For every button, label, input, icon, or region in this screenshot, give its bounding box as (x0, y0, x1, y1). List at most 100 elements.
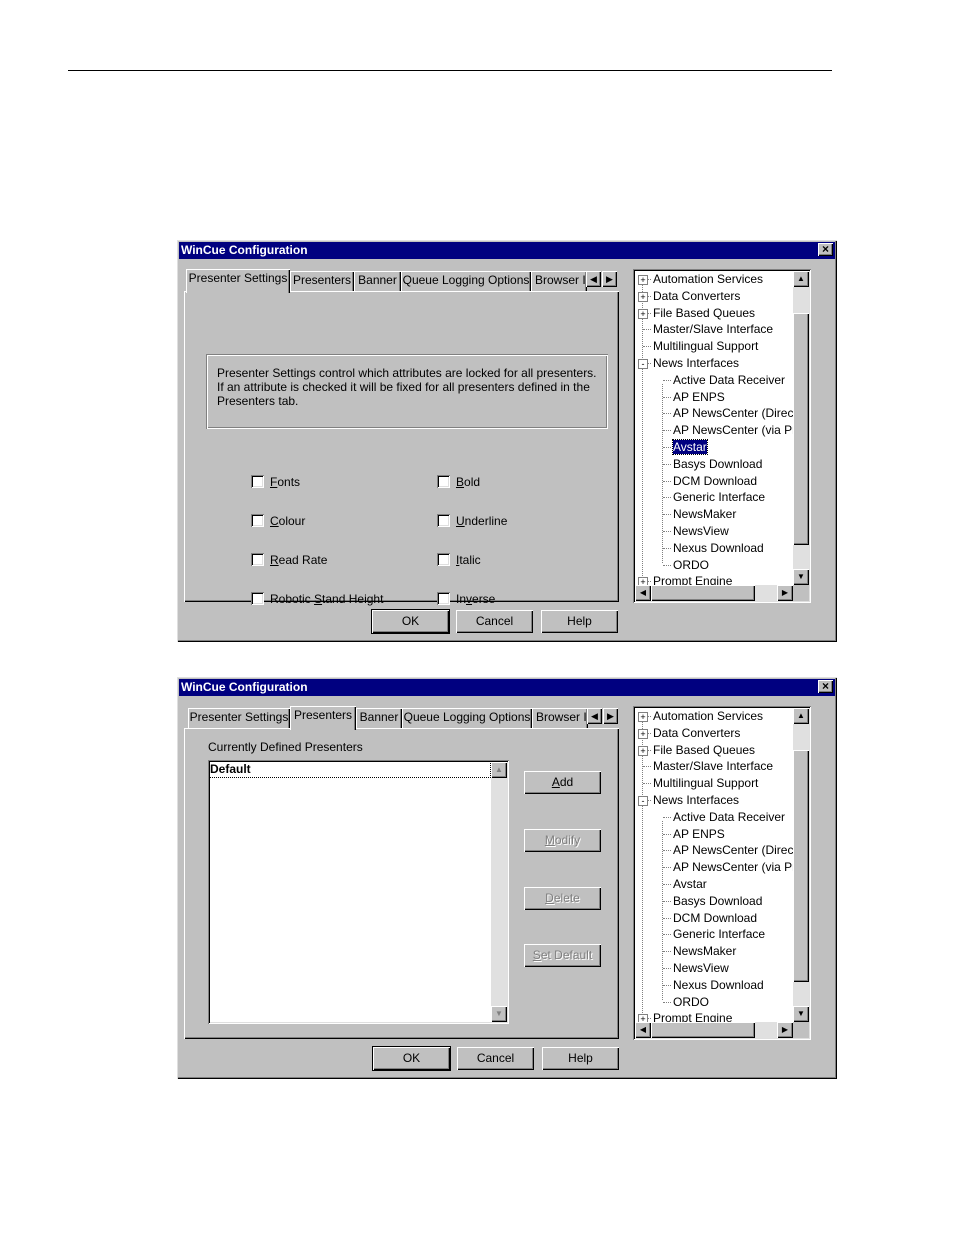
tree-item[interactable]: NewsMaker (673, 507, 736, 521)
checkbox-box[interactable] (251, 592, 264, 605)
tree-item[interactable]: NewsView (673, 524, 729, 538)
tab-queue-logging-options[interactable]: Queue Logging Options (401, 271, 531, 291)
modify-button[interactable]: Modify (524, 829, 601, 852)
tree-item[interactable]: File Based Queues (653, 743, 755, 757)
tree-item[interactable]: Data Converters (653, 289, 740, 303)
tree-item[interactable]: DCM Download (673, 911, 757, 925)
tree-item[interactable]: AP ENPS (673, 390, 725, 404)
tree-item[interactable]: File Based Queues (653, 306, 755, 320)
vertical-scrollbar[interactable]: ▲ ▼ (793, 708, 809, 1022)
scroll-thumb[interactable] (793, 750, 809, 982)
tab-presenters[interactable]: Presenters (290, 271, 354, 291)
list-item[interactable]: Default (209, 761, 491, 778)
presenters-list[interactable]: Default ▲ ▼ (208, 760, 509, 1024)
ok-button[interactable]: OK (373, 1047, 450, 1070)
tree-item[interactable]: AP NewsCenter (Direct) (673, 406, 801, 420)
expand-icon[interactable]: + (638, 291, 648, 302)
tree-item[interactable]: Multilingual Support (653, 339, 758, 353)
scroll-down-icon[interactable]: ▼ (793, 569, 809, 585)
tab-queue-logging-options[interactable]: Queue Logging Options (402, 708, 532, 728)
title-bar[interactable]: WinCue Configuration × (179, 679, 835, 696)
tree-item[interactable]: Generic Interface (673, 490, 765, 504)
delete-button[interactable]: Delete (524, 887, 601, 910)
tree-item[interactable]: Master/Slave Interface (653, 322, 773, 336)
scroll-down-icon[interactable]: ▼ (793, 1006, 809, 1022)
tree-item[interactable]: NewsView (673, 961, 729, 975)
close-icon[interactable]: × (818, 680, 833, 693)
config-tree[interactable]: + Automation Services + Data Converters + Fil… (633, 269, 811, 603)
scroll-left-icon[interactable]: ◀ (635, 1022, 651, 1038)
expand-icon[interactable]: + (638, 712, 648, 722)
tab-scroll-right-icon[interactable]: ▶ (602, 271, 617, 287)
list-scrollbar[interactable]: ▲ ▼ (491, 762, 507, 1022)
tab-scroll-left-icon[interactable]: ◀ (586, 271, 601, 287)
tree-item[interactable]: Basys Download (673, 894, 762, 908)
set-default-button[interactable]: Set Default (524, 944, 601, 967)
scroll-thumb[interactable] (651, 585, 755, 601)
tree-item[interactable]: ORDO (673, 558, 709, 572)
checkbox-box[interactable] (251, 475, 264, 488)
tree-item[interactable]: AP NewsCenter (via Pro (673, 860, 803, 874)
checkbox-box[interactable] (251, 514, 264, 527)
scroll-thumb[interactable] (793, 313, 809, 545)
scroll-thumb[interactable] (651, 1022, 755, 1038)
tree-item[interactable]: AP NewsCenter (via Pro (673, 423, 803, 437)
tree-item[interactable]: Master/Slave Interface (653, 759, 773, 773)
help-button[interactable]: Help (541, 610, 618, 633)
tree-item[interactable]: Multilingual Support (653, 776, 758, 790)
checkbox-box[interactable] (437, 514, 450, 527)
tab-presenter-settings[interactable]: Presenter Settings (188, 708, 290, 728)
tree-item[interactable]: Generic Interface (673, 927, 765, 941)
tree-item[interactable]: AP ENPS (673, 827, 725, 841)
tree-item[interactable]: Avstar (673, 877, 707, 891)
ok-button[interactable]: OK (372, 610, 449, 633)
tree-item[interactable]: Basys Download (673, 457, 762, 471)
tree-item[interactable]: Data Converters (653, 726, 740, 740)
scroll-up-icon[interactable]: ▲ (793, 271, 809, 287)
tab-browser[interactable]: Browser I (532, 708, 588, 728)
tab-browser[interactable]: Browser I (531, 271, 587, 291)
tree-item[interactable]: Automation Services (653, 272, 763, 286)
tree-item[interactable]: Active Data Receiver (673, 373, 785, 387)
scroll-right-icon[interactable]: ▶ (777, 1022, 793, 1038)
scroll-right-icon[interactable]: ▶ (777, 585, 793, 601)
tab-banner[interactable]: Banner (354, 271, 401, 291)
horizontal-scrollbar[interactable]: ◀ ▶ (635, 1022, 793, 1038)
tree-item[interactable]: NewsMaker (673, 944, 736, 958)
add-button[interactable]: Add (524, 771, 601, 794)
close-icon[interactable]: × (818, 243, 833, 256)
tab-presenter-settings[interactable]: Presenter Settings (186, 269, 290, 293)
collapse-icon[interactable]: - (638, 359, 648, 369)
tree-item[interactable]: Active Data Receiver (673, 810, 785, 824)
cancel-button[interactable]: Cancel (457, 1047, 534, 1070)
tree-item[interactable]: ORDO (673, 995, 709, 1009)
checkbox-box[interactable] (437, 475, 450, 488)
tab-scroll-right-icon[interactable]: ▶ (603, 708, 618, 724)
tree-item[interactable]: Nexus Download (673, 541, 764, 555)
title-bar[interactable]: WinCue Configuration × (179, 242, 835, 259)
expand-icon[interactable]: + (638, 728, 648, 739)
vertical-scrollbar[interactable]: ▲ ▼ (793, 271, 809, 585)
tree-item[interactable]: Avstar (672, 439, 708, 455)
scroll-up-icon[interactable]: ▲ (491, 762, 507, 778)
tree-item[interactable]: Automation Services (653, 709, 763, 723)
tree-item[interactable]: News Interfaces (653, 793, 739, 807)
tree-item[interactable]: News Interfaces (653, 356, 739, 370)
collapse-icon[interactable]: - (638, 796, 648, 806)
checkbox-box[interactable] (437, 553, 450, 566)
checkbox-box[interactable] (437, 592, 450, 605)
horizontal-scrollbar[interactable]: ◀ ▶ (635, 585, 793, 601)
tab-banner[interactable]: Banner (356, 708, 402, 728)
checkbox-box[interactable] (251, 553, 264, 566)
tree-item[interactable]: DCM Download (673, 474, 757, 488)
tree-item[interactable]: AP NewsCenter (Direct) (673, 843, 801, 857)
scroll-up-icon[interactable]: ▲ (793, 708, 809, 724)
expand-icon[interactable]: + (638, 275, 648, 285)
tree-item[interactable]: Nexus Download (673, 978, 764, 992)
config-tree[interactable]: + Automation Services + Data Converters + Fil… (633, 706, 811, 1040)
expand-icon[interactable]: + (638, 745, 648, 756)
cancel-button[interactable]: Cancel (456, 610, 533, 633)
help-button[interactable]: Help (542, 1047, 619, 1070)
tab-presenters[interactable]: Presenters (290, 706, 356, 730)
tab-scroll-left-icon[interactable]: ◀ (587, 708, 602, 724)
